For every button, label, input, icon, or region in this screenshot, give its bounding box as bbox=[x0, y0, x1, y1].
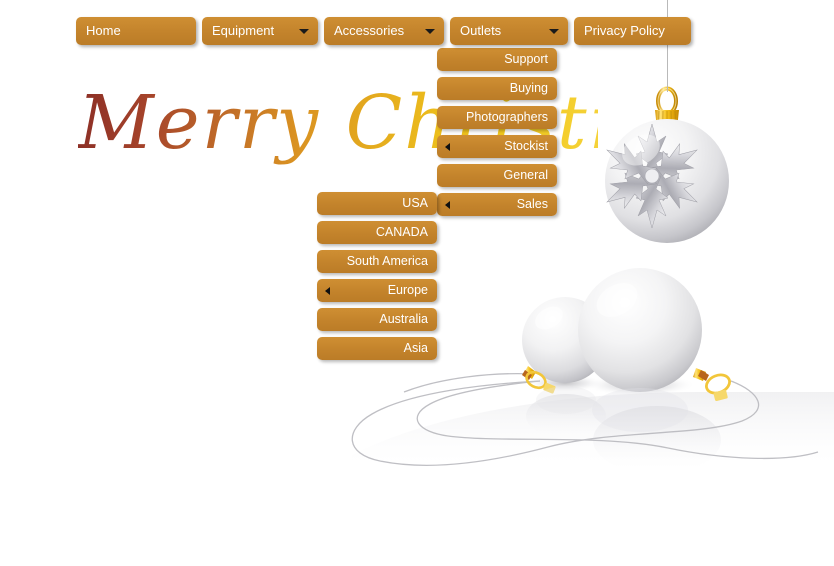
menu-item-label: Europe bbox=[387, 283, 428, 297]
menu-item-label: Stockist bbox=[504, 139, 548, 153]
menu-item-label: Support bbox=[504, 52, 548, 66]
dropdown-outlets: Support Buying Photographers Stockist Ge… bbox=[437, 48, 557, 222]
submenu-arrow-icon bbox=[325, 287, 330, 295]
nav-outlets-label: Outlets bbox=[460, 23, 502, 38]
page-root: Merry Christmas Home Equipment Accessori… bbox=[0, 0, 834, 566]
nav-privacy-policy[interactable]: Privacy Policy bbox=[574, 17, 691, 45]
menu-item-buying[interactable]: Buying bbox=[437, 77, 557, 100]
menu-item-label: Photographers bbox=[465, 110, 548, 124]
menu-item-south-america[interactable]: South America bbox=[317, 250, 437, 273]
chevron-down-icon bbox=[299, 29, 309, 34]
nav-equipment-label: Equipment bbox=[212, 23, 275, 38]
dropdown-stockist-regions: USA CANADA South America Europe Australi… bbox=[317, 192, 437, 366]
chevron-down-icon bbox=[549, 29, 559, 34]
menu-item-canada[interactable]: CANADA bbox=[317, 221, 437, 244]
menu-item-sales[interactable]: Sales bbox=[437, 193, 557, 216]
menu-item-europe[interactable]: Europe bbox=[317, 279, 437, 302]
menu-item-label: Australia bbox=[379, 312, 428, 326]
menu-item-support[interactable]: Support bbox=[437, 48, 557, 71]
main-navigation: Home Equipment Accessories Outlets Priva… bbox=[76, 17, 697, 47]
nav-home[interactable]: Home bbox=[76, 17, 196, 45]
menu-item-label: USA bbox=[402, 196, 428, 210]
submenu-arrow-icon bbox=[445, 201, 450, 209]
menu-item-australia[interactable]: Australia bbox=[317, 308, 437, 331]
menu-item-label: Buying bbox=[509, 81, 548, 95]
nav-accessories-label: Accessories bbox=[334, 23, 405, 38]
menu-item-photographers[interactable]: Photographers bbox=[437, 106, 557, 129]
nav-accessories[interactable]: Accessories bbox=[324, 17, 444, 45]
menu-item-label: General bbox=[503, 168, 548, 182]
menu-item-label: Sales bbox=[516, 197, 548, 211]
nav-home-label: Home bbox=[86, 23, 121, 38]
menu-item-label: Asia bbox=[403, 341, 428, 355]
menu-item-stockist[interactable]: Stockist bbox=[437, 135, 557, 158]
nav-privacy-policy-label: Privacy Policy bbox=[584, 23, 665, 38]
menu-item-usa[interactable]: USA bbox=[317, 192, 437, 215]
chevron-down-icon bbox=[425, 29, 435, 34]
submenu-arrow-icon bbox=[445, 143, 450, 151]
menu-item-label: CANADA bbox=[375, 225, 428, 239]
menu-item-asia[interactable]: Asia bbox=[317, 337, 437, 360]
menu-item-label: South America bbox=[346, 254, 428, 268]
menu-item-general[interactable]: General bbox=[437, 164, 557, 187]
nav-outlets[interactable]: Outlets bbox=[450, 17, 568, 45]
nav-equipment[interactable]: Equipment bbox=[202, 17, 318, 45]
